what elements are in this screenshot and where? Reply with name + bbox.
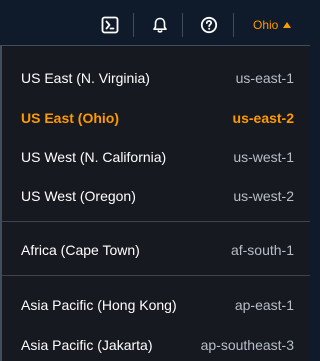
topbar-divider: [233, 13, 234, 37]
region-code: us-east-1: [235, 70, 294, 86]
topbar-divider: [182, 13, 183, 37]
group-divider: [2, 221, 310, 222]
region-dropdown-menu: US East (N. Virginia) us-east-1 US East …: [0, 45, 310, 361]
region-name: US West (N. California): [21, 149, 167, 165]
region-selector-label: Ohio: [253, 18, 279, 32]
region-selector-button[interactable]: Ohio: [253, 17, 292, 33]
region-item-us-east-2[interactable]: US East (Ohio) us-east-2: [2, 99, 310, 137]
region-code: ap-east-1: [234, 297, 294, 313]
region-item-ap-east-1[interactable]: Asia Pacific (Hong Kong) ap-east-1: [2, 286, 310, 324]
region-name: US East (N. Virginia): [21, 70, 150, 86]
top-navigation-bar: Ohio: [0, 0, 312, 48]
region-item-us-west-2[interactable]: US West (Oregon) us-west-2: [2, 177, 310, 215]
region-code: ap-southeast-3: [200, 337, 294, 353]
region-item-af-south-1[interactable]: Africa (Cape Town) af-south-1: [2, 231, 310, 269]
region-item-us-east-1[interactable]: US East (N. Virginia) us-east-1: [2, 59, 310, 97]
region-name: US East (Ohio): [21, 110, 120, 126]
group-divider: [2, 275, 310, 276]
region-name: Asia Pacific (Jakarta): [21, 337, 153, 353]
region-name: Asia Pacific (Hong Kong): [21, 297, 177, 313]
region-code: us-west-1: [233, 149, 294, 165]
region-item-ap-southeast-3[interactable]: Asia Pacific (Jakarta) ap-southeast-3: [2, 326, 310, 361]
bell-icon[interactable]: [151, 16, 169, 34]
region-name: US West (Oregon): [21, 188, 136, 204]
caret-up-icon: [283, 22, 292, 28]
cloudshell-icon[interactable]: [101, 16, 119, 34]
topbar-divider: [133, 13, 134, 37]
region-code: af-south-1: [230, 242, 294, 258]
region-code: us-west-2: [233, 188, 294, 204]
region-code: us-east-2: [232, 110, 294, 126]
region-item-us-west-1[interactable]: US West (N. California) us-west-1: [2, 138, 310, 176]
region-name: Africa (Cape Town): [21, 242, 140, 258]
help-icon[interactable]: [200, 16, 218, 34]
